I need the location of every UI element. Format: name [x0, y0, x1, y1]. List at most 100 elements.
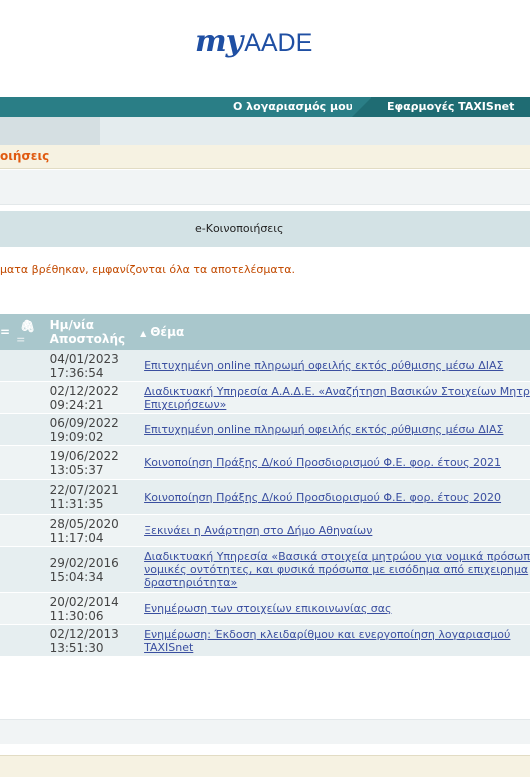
row-date-day: 06/09/2022 [49, 415, 119, 430]
column-subject-label: Θέμα [150, 325, 185, 339]
row-subject: Επιτυχημένη online πληρωμή οφειλής εκτός… [136, 413, 530, 446]
subject-link[interactable]: Κοινοποίηση Πράξης Δ/κού Προσδιορισμού Φ… [136, 456, 530, 469]
table-row[interactable]: 06/09/2022 19:09:02 Επιτυχημένη online πλη… [0, 413, 530, 446]
row-date-time: 19:09:02 [49, 429, 104, 444]
row-date-day: 28/05/2020 [49, 516, 119, 531]
paperclip-icon: 🖇︎ [20, 318, 36, 333]
table-row[interactable]: 04/01/2023 17:36:54 Επιτυχημένη online πλη… [0, 350, 530, 382]
row-date-time: 13:05:37 [49, 462, 104, 477]
subject-link[interactable]: Ξεκινάει η Ανάρτηση στο Δήμο Αθηναίων [136, 524, 530, 537]
row-attachment-cell [10, 592, 42, 625]
row-date: 02/12/2022 09:24:21 [41, 381, 137, 414]
row-select-cell[interactable] [0, 592, 11, 625]
row-date-day: 02/12/2013 [49, 626, 119, 641]
row-subject: Κοινοποίηση Πράξης Δ/κού Προσδιορισμού Φ… [136, 445, 530, 480]
row-date-day: 19/06/2022 [49, 448, 119, 463]
row-date-day: 20/02/2014 [49, 594, 119, 609]
subject-link[interactable]: δραστηριότητα» [136, 576, 530, 589]
row-date-time: 09:24:21 [49, 397, 104, 412]
subject-link[interactable]: Ενημέρωση: Έκδοση κλειδαρίθμου και ενεργ… [136, 628, 530, 641]
row-subject: Ενημέρωση των στοιχείων επικοινωνίας σας [136, 592, 530, 625]
subject-link[interactable]: Ενημέρωση των στοιχείων επικοινωνίας σας [136, 602, 530, 615]
row-select-cell[interactable] [0, 479, 11, 515]
toolbar-strip [0, 170, 530, 205]
subject-link[interactable]: Διαδικτυακή Υπηρεσία «Βασικά στοιχεία μη… [136, 550, 530, 563]
table-row[interactable]: 02/12/2013 13:51:30 Ενημέρωση: Έκδοση κλει… [0, 624, 530, 657]
sort-asc-icon: ▲ [140, 329, 147, 338]
logo-brand: AADE [244, 29, 313, 57]
row-date: 20/02/2014 11:30:06 [41, 592, 137, 625]
row-date: 02/12/2013 13:51:30 [41, 624, 137, 657]
table-row[interactable]: 22/07/2021 11:31:35 Κοινοποίηση Πράξης Δ/κ… [0, 479, 530, 515]
results-notice: ματα βρέθηκαν, εμφανίζονται όλα τα αποτε… [0, 263, 295, 276]
row-attachment-cell [10, 381, 42, 414]
table-row[interactable]: 20/02/2014 11:30:06 Ενημέρωση των στοιχείω… [0, 592, 530, 625]
subject-link[interactable]: Διαδικτυακή Υπηρεσία Α.Α.Δ.Ε. «Αναζήτηση… [136, 385, 530, 398]
section-header: e-Κοινοποιήσεις [0, 211, 530, 247]
subject-link[interactable]: Επιχειρήσεων» [136, 398, 530, 411]
table-row[interactable]: 02/12/2022 09:24:21 Διαδικτυακή Υπηρεσία Α… [0, 381, 530, 414]
logo: myAADE [0, 0, 530, 90]
column-attachment[interactable]: 🖇︎= [10, 314, 42, 350]
tab-divider [352, 97, 372, 117]
row-date: 28/05/2020 11:17:04 [41, 514, 137, 547]
subject-link[interactable]: Επιτυχημένη online πληρωμή οφειλής εκτός… [136, 359, 530, 372]
row-select-cell[interactable] [0, 546, 11, 593]
subject-link[interactable]: Κοινοποίηση Πράξης Δ/κού Προσδιορισμού Φ… [136, 491, 530, 504]
row-select-cell[interactable] [0, 350, 11, 382]
sub-nav [0, 117, 530, 145]
table-row[interactable]: 28/05/2020 11:17:04 Ξεκινάει η Ανάρτηση στ… [0, 514, 530, 547]
notifications-table: = 🖇︎= Ημ/νία Αποστολής ▲ Θέμα 04/01/2023 1… [0, 314, 530, 657]
column-date-label: Ημ/νία Αποστολής [49, 318, 126, 346]
breadcrumb-current: οιήσεις [0, 149, 50, 163]
row-date-day: 02/12/2022 [49, 383, 119, 398]
row-subject: Ενημέρωση: Έκδοση κλειδαρίθμου και ενεργ… [136, 624, 530, 657]
row-date-time: 15:04:34 [49, 569, 104, 584]
row-date: 29/02/2016 15:04:34 [41, 546, 137, 593]
column-date[interactable]: Ημ/νία Αποστολής [41, 314, 137, 350]
row-attachment-cell [10, 479, 42, 515]
row-select-cell[interactable] [0, 413, 11, 446]
row-attachment-cell [10, 546, 42, 593]
logo-my: my [195, 24, 243, 59]
row-attachment-cell [10, 514, 42, 547]
row-date: 04/01/2023 17:36:54 [41, 350, 137, 382]
subject-link[interactable]: TAXISnet [136, 641, 530, 654]
row-subject: Ξεκινάει η Ανάρτηση στο Δήμο Αθηναίων [136, 514, 530, 547]
row-date-day: 04/01/2023 [49, 351, 119, 366]
row-date-time: 11:30:06 [49, 608, 104, 623]
section-title: e-Κοινοποιήσεις [195, 222, 284, 235]
tab-my-account[interactable]: Ο λογαριασμός μου [233, 97, 353, 117]
breadcrumb: οιήσεις [0, 145, 530, 169]
row-select-cell[interactable] [0, 514, 11, 547]
sub-nav-item[interactable] [0, 117, 100, 145]
row-attachment-cell [10, 445, 42, 480]
row-subject: Διαδικτυακή Υπηρεσία Α.Α.Δ.Ε. «Αναζήτηση… [136, 381, 530, 414]
row-date-time: 17:36:54 [49, 365, 104, 380]
column-select[interactable]: = [0, 314, 11, 350]
tab-taxisnet-apps[interactable]: Εφαρμογές TAXISnet [371, 97, 530, 117]
table-row[interactable]: 19/06/2022 13:05:37 Κοινοποίηση Πράξης Δ/κ… [0, 445, 530, 480]
row-subject: Κοινοποίηση Πράξης Δ/κού Προσδιορισμού Φ… [136, 479, 530, 515]
top-nav: Ο λογαριασμός μου Εφαρμογές TAXISnet [0, 97, 530, 117]
row-subject: Διαδικτυακή Υπηρεσία «Βασικά στοιχεία μη… [136, 546, 530, 593]
subject-link[interactable]: Επιτυχημένη online πληρωμή οφειλής εκτός… [136, 423, 530, 436]
row-attachment-cell [10, 413, 42, 446]
row-subject: Επιτυχημένη online πληρωμή οφειλής εκτός… [136, 350, 530, 382]
footer-bar [0, 755, 530, 777]
subject-link[interactable]: νομικές οντότητες, και φυσικά πρόσωπα με… [136, 563, 530, 576]
row-attachment-cell [10, 350, 42, 382]
column-subject[interactable]: ▲ Θέμα [136, 314, 530, 350]
row-date-time: 13:51:30 [49, 640, 104, 655]
row-date: 19/06/2022 13:05:37 [41, 445, 137, 480]
footer-strip [0, 719, 530, 744]
row-select-cell[interactable] [0, 624, 11, 657]
row-date-day: 29/02/2016 [49, 555, 119, 570]
row-select-cell[interactable] [0, 445, 11, 480]
row-date: 06/09/2022 19:09:02 [41, 413, 137, 446]
row-date-time: 11:17:04 [49, 530, 104, 545]
row-date: 22/07/2021 11:31:35 [41, 479, 137, 515]
table-row[interactable]: 29/02/2016 15:04:34 Διαδικτυακή Υπηρεσία «… [0, 546, 530, 593]
row-attachment-cell [10, 624, 42, 657]
row-select-cell[interactable] [0, 381, 11, 414]
